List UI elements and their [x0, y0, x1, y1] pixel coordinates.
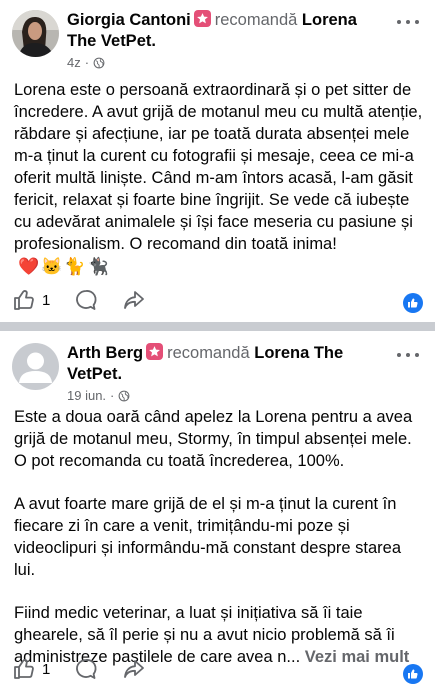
recommend-action-text: recomandă: [167, 344, 250, 362]
recommend-star-icon: [146, 343, 164, 360]
like-count: 1: [42, 660, 51, 678]
share-icon: [124, 291, 145, 309]
post-meta: 4z ·: [67, 55, 105, 70]
recommend-star-icon: [193, 10, 211, 27]
like-button[interactable]: 1: [12, 657, 50, 681]
like-count: 1: [42, 291, 51, 309]
thumbs-up-icon: [14, 659, 34, 679]
share-icon: [124, 660, 145, 678]
post-header: Arth Berg recomandă Lorena The VetPet.: [67, 343, 385, 385]
globe-icon: [93, 57, 105, 68]
post-body: Lorena este o persoană extraordinară și …: [14, 79, 425, 255]
comment-icon: [76, 290, 97, 310]
post-time[interactable]: 19 iun.: [67, 388, 106, 403]
post-meta: 19 iun. ·: [67, 388, 130, 403]
globe-icon: [118, 390, 130, 401]
like-button[interactable]: 1: [12, 288, 50, 312]
author-name[interactable]: Arth Berg: [67, 344, 143, 362]
share-button[interactable]: [122, 657, 146, 681]
avatar[interactable]: [12, 10, 59, 57]
like-reaction-icon[interactable]: [403, 293, 423, 313]
thumbs-up-icon: [14, 290, 34, 310]
post-body: Este a doua oară când apelez la Lorena p…: [14, 406, 425, 668]
comment-icon: [76, 659, 97, 679]
like-reaction-icon[interactable]: [403, 664, 423, 684]
recommendation-post: Arth Berg recomandă Lorena The VetPet. 19…: [0, 331, 435, 700]
post-paragraph: Lorena este o persoană extraordinară și …: [14, 81, 423, 253]
share-button[interactable]: [122, 288, 146, 312]
recommendation-post: Giorgia Cantoni recomandă Lorena The VetP…: [0, 0, 435, 322]
see-more-link[interactable]: Vezi mai mult: [305, 648, 410, 666]
post-paragraph: A avut foarte mare grijă de el și m-a ți…: [14, 495, 402, 579]
post-header: Giorgia Cantoni recomandă Lorena The VetP…: [67, 10, 385, 52]
comment-button[interactable]: [74, 657, 98, 681]
recommend-action-text: recomandă: [214, 11, 298, 29]
more-options-icon[interactable]: [397, 350, 419, 360]
avatar[interactable]: [12, 343, 59, 390]
post-actions: 1: [12, 288, 170, 312]
comment-button[interactable]: [74, 288, 98, 312]
post-emojis: ❤️🐱🐈🐈‍⬛: [18, 257, 111, 276]
post-actions: 1: [12, 657, 170, 681]
post-time[interactable]: 4z: [67, 55, 81, 70]
post-paragraph: Este a doua oară când apelez la Lorena p…: [14, 408, 413, 470]
author-name[interactable]: Giorgia Cantoni: [67, 11, 191, 29]
more-options-icon[interactable]: [397, 17, 419, 27]
